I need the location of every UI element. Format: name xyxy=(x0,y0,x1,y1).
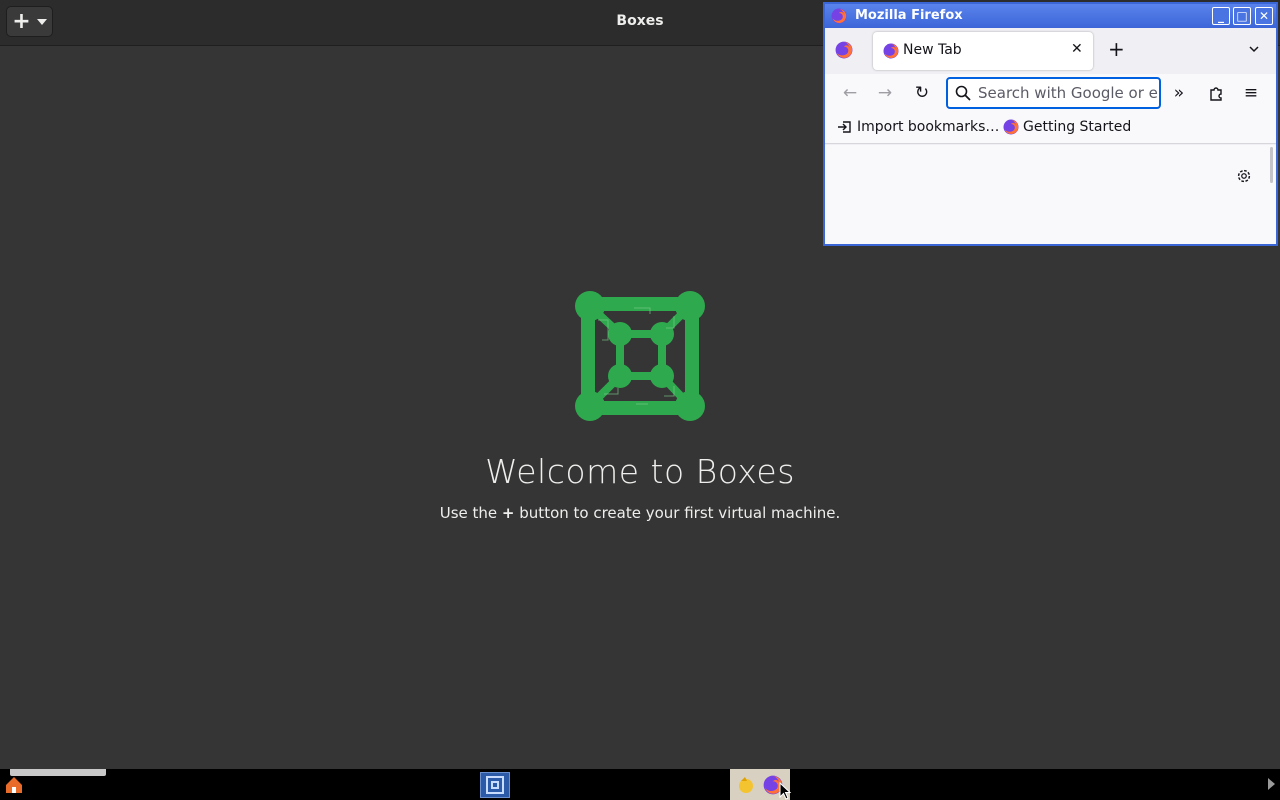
taskbar-scroll-arrow-icon[interactable] xyxy=(1268,778,1275,790)
boxes-app-icon[interactable] xyxy=(480,772,510,798)
mouse-cursor-icon xyxy=(779,782,792,800)
url-bar[interactable] xyxy=(946,77,1161,109)
home-icon[interactable] xyxy=(3,774,25,796)
firefox-window: Mozilla Firefox _ □ ✕ New Tab ✕ + ← → ↻ … xyxy=(823,2,1278,246)
new-tab-page xyxy=(825,145,1276,244)
close-icon: ✕ xyxy=(1258,9,1270,23)
tab-close-icon[interactable]: ✕ xyxy=(1071,41,1083,57)
gear-icon[interactable] xyxy=(1235,167,1253,185)
bookmark-label: Getting Started xyxy=(1023,119,1132,135)
subtitle-plus: + xyxy=(501,504,515,522)
new-tab-plus-icon[interactable]: + xyxy=(1108,39,1125,59)
minimize-icon: _ xyxy=(1218,9,1224,23)
bookmark-label: Import bookmarks… xyxy=(857,119,1000,135)
scrollbar[interactable] xyxy=(1270,147,1273,183)
welcome-heading: Welcome to Boxes xyxy=(485,452,795,491)
close-window-button[interactable]: ✕ xyxy=(1255,7,1273,25)
bookmark-import[interactable]: Import bookmarks… xyxy=(837,119,999,135)
overflow-chevrons-icon[interactable]: » xyxy=(1169,83,1189,103)
firefox-icon xyxy=(883,43,899,59)
search-icon xyxy=(955,85,971,101)
reload-icon[interactable]: ↻ xyxy=(912,83,932,103)
maximize-icon: □ xyxy=(1236,9,1248,23)
back-arrow-icon[interactable]: ← xyxy=(840,83,860,103)
firefox-view-icon[interactable] xyxy=(835,41,853,59)
navigation-toolbar: ← → ↻ » ≡ xyxy=(825,74,1276,114)
subtitle-text-start: Use the xyxy=(439,504,498,522)
tab-new-tab[interactable]: New Tab ✕ xyxy=(873,32,1093,70)
tab-bar: New Tab ✕ + xyxy=(825,28,1276,74)
hamburger-menu-icon[interactable]: ≡ xyxy=(1241,83,1261,103)
boxes-taskbar-glyph xyxy=(486,776,504,794)
bookmarks-toolbar: Import bookmarks… Getting Started xyxy=(825,114,1276,144)
firefox-icon xyxy=(1003,119,1019,135)
maximize-button[interactable]: □ xyxy=(1233,7,1251,25)
firefox-window-title: Mozilla Firefox xyxy=(855,8,963,23)
welcome-subtitle: Use the + button to create your first vi… xyxy=(0,504,1280,522)
firefox-icon xyxy=(831,8,847,24)
taskbar xyxy=(0,769,1280,800)
forward-arrow-icon[interactable]: → xyxy=(875,83,895,103)
launcher-icon[interactable] xyxy=(736,775,756,795)
firefox-titlebar[interactable]: Mozilla Firefox _ □ ✕ xyxy=(825,4,1276,28)
import-icon xyxy=(838,121,851,133)
list-all-tabs-chevron-icon[interactable] xyxy=(1249,44,1259,54)
tab-label: New Tab xyxy=(903,42,962,58)
boxes-logo xyxy=(575,291,705,421)
bookmark-getting-started[interactable]: Getting Started xyxy=(1003,119,1131,135)
extensions-puzzle-icon[interactable] xyxy=(1206,83,1226,103)
minimize-button[interactable]: _ xyxy=(1212,7,1230,25)
subtitle-text-end: button to create your first virtual mach… xyxy=(519,504,841,522)
url-input[interactable] xyxy=(978,83,1159,103)
